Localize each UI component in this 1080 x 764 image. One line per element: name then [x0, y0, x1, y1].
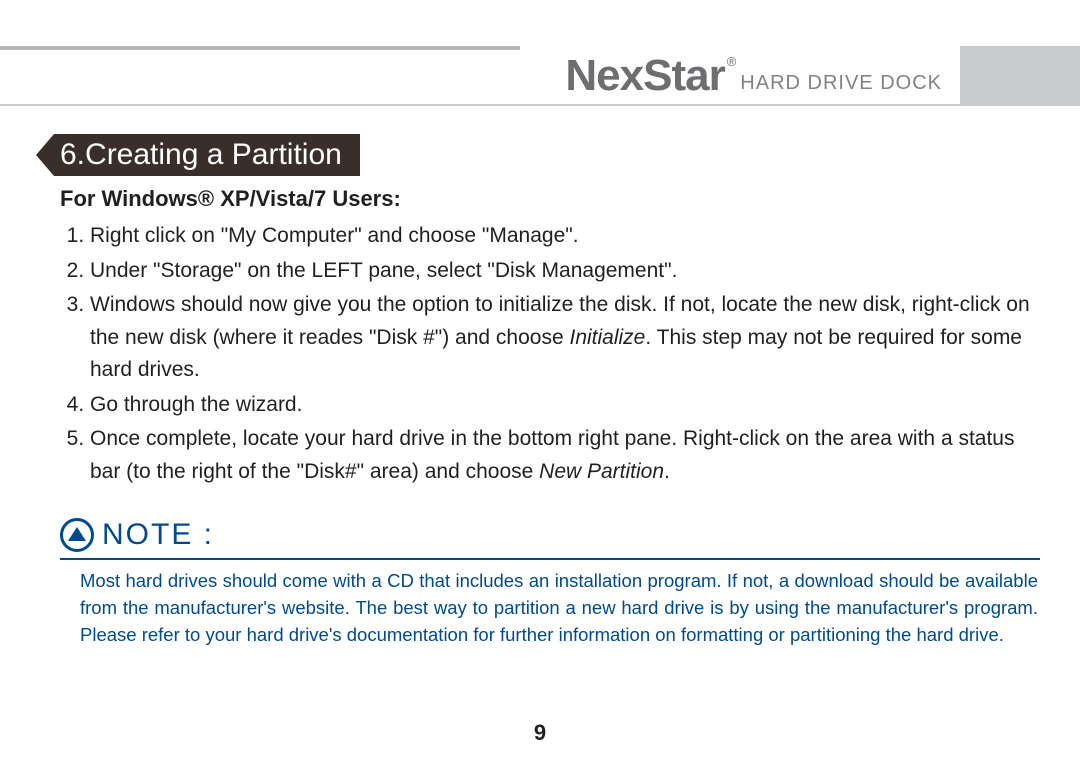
step-text: Right click on "My Computer" and choose … [90, 224, 579, 247]
brand-main: NexStar [565, 46, 724, 106]
section-title-text: Creating a Partition [85, 138, 342, 172]
list-item: Once complete, locate your hard drive in… [90, 423, 1040, 488]
section-number: 6. [60, 138, 85, 172]
list-item: Go through the wizard. [90, 389, 1040, 422]
triangle-up-icon [60, 518, 94, 552]
ribbon-triangle-icon [36, 134, 54, 176]
header-grey-block [960, 46, 1080, 106]
note-block: NOTE : Most hard drives should come with… [60, 518, 1040, 648]
brand: NexStar ® HARD DRIVE DOCK [520, 46, 960, 106]
note-body: Most hard drives should come with a CD t… [60, 560, 1040, 648]
step-italic: New Partition [539, 460, 664, 483]
steps-list: Right click on "My Computer" and choose … [60, 220, 1040, 488]
header-bottom-rule [0, 104, 1080, 106]
step-text-b: . [664, 460, 670, 483]
step-text: Go through the wizard. [90, 393, 302, 416]
step-italic: Initialize [569, 326, 645, 349]
step-text: Under "Storage" on the LEFT pane, select… [90, 259, 677, 282]
content: For Windows® XP/Vista/7 Users: Right cli… [60, 186, 1040, 490]
brand-registered: ® [727, 54, 737, 69]
brand-sub: HARD DRIVE DOCK [740, 58, 942, 95]
section-ribbon: 6. Creating a Partition [36, 134, 360, 176]
list-item: Right click on "My Computer" and choose … [90, 220, 1040, 253]
page-root: NexStar ® HARD DRIVE DOCK 6. Creating a … [0, 0, 1080, 764]
list-item: Under "Storage" on the LEFT pane, select… [90, 255, 1040, 288]
note-label: NOTE : [102, 518, 214, 552]
page-number: 9 [0, 720, 1080, 746]
subheading: For Windows® XP/Vista/7 Users: [60, 186, 1040, 212]
list-item: Windows should now give you the option t… [90, 289, 1040, 387]
note-heading: NOTE : [60, 518, 1040, 552]
section-title: 6. Creating a Partition [54, 134, 360, 176]
header: NexStar ® HARD DRIVE DOCK [0, 46, 1080, 106]
